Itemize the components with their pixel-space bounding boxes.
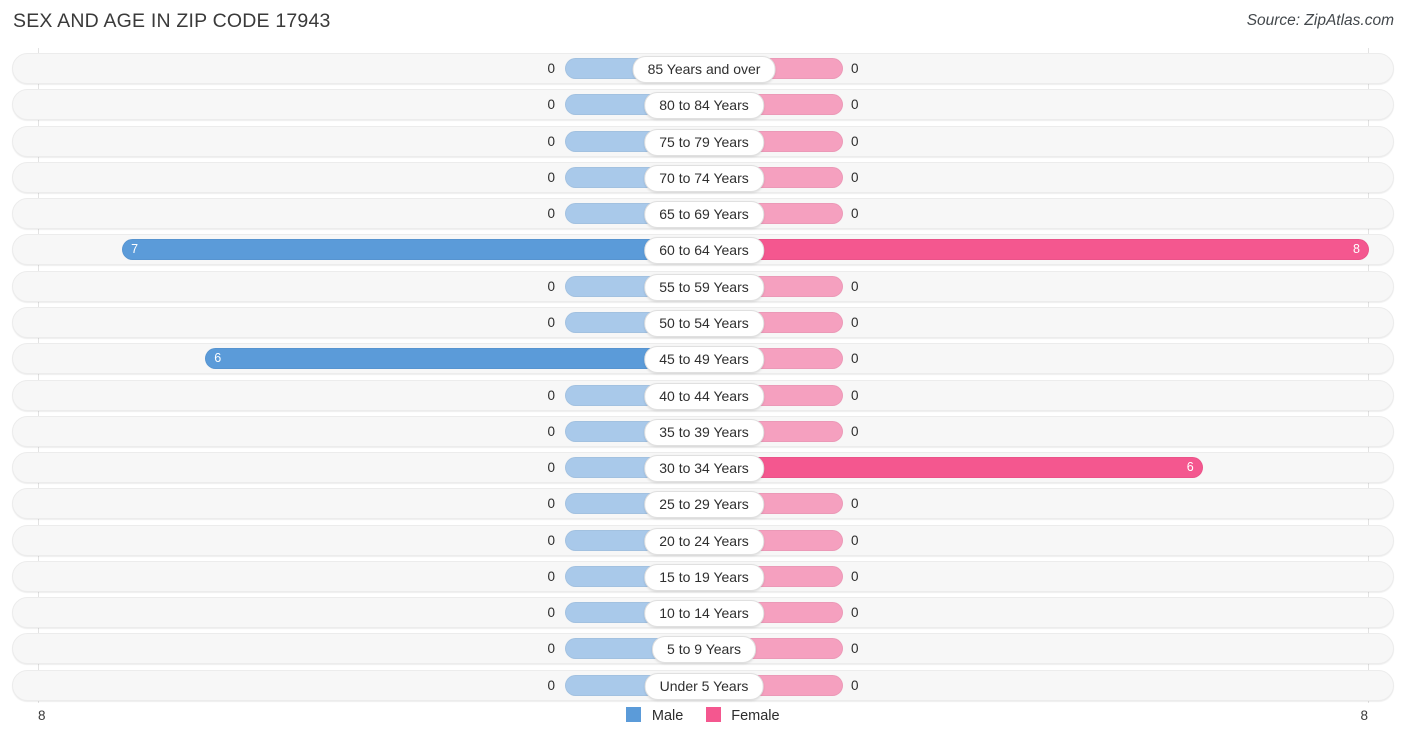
category-label-pill: 10 to 14 Years [644,600,764,628]
category-label-pill: 70 to 74 Years [644,164,764,192]
category-label-pill: 15 to 19 Years [644,563,764,591]
page-title: SEX AND AGE IN ZIP CODE 17943 [13,10,331,32]
chart-row[interactable]: 0 0 55 to 59 Years [12,270,1394,302]
legend-item-female[interactable]: Female [705,707,780,725]
outside-value-male: 0 [547,496,555,512]
chart-row[interactable]: 0 0 40 to 44 Years [12,379,1394,411]
outside-value-female: 0 [851,677,859,693]
category-label-pill: 65 to 69 Years [644,201,764,229]
chart-row[interactable]: 0 0 75 to 79 Years [12,125,1394,157]
chart-row[interactable]: 0 0 5 to 9 Years [12,633,1394,665]
source-attribution: Source: ZipAtlas.com [1246,12,1394,29]
chart-row[interactable]: 6 0 45 to 49 Years [12,343,1394,375]
outside-value-female: 0 [851,423,859,439]
bar-male[interactable]: 6 [205,348,704,370]
outside-value-female: 0 [851,206,859,222]
outside-value-male: 0 [547,677,555,693]
category-label-pill: 50 to 54 Years [644,309,764,337]
chart-row[interactable]: 0 0 50 to 54 Years [12,306,1394,338]
category-label-pill: 85 Years and over [632,56,776,83]
outside-value-male: 0 [547,423,555,439]
chart-row[interactable]: 0 0 Under 5 Years [12,669,1394,701]
legend-swatch-female-icon [705,707,721,722]
legend-item-male[interactable]: Male [626,707,683,725]
chart-footer: 8 8 Male Female [0,703,1406,741]
outside-value-male: 0 [547,532,555,548]
category-label-pill: Under 5 Years [644,672,764,700]
outside-value-male: 0 [547,206,555,222]
chart-row[interactable]: 0 0 20 to 24 Years [12,524,1394,556]
category-label-pill: 25 to 29 Years [644,491,764,519]
chart-row[interactable]: 0 0 25 to 29 Years [12,488,1394,520]
outside-value-male: 0 [547,97,555,113]
outside-value-male: 0 [547,641,555,657]
bar-value-female: 6 [1186,460,1194,475]
outside-value-female: 0 [851,278,859,294]
category-label-pill: 40 to 44 Years [644,382,764,410]
chart-header: SEX AND AGE IN ZIP CODE 17943 Source: Zi… [0,0,1406,48]
chart-row[interactable]: 0 0 70 to 74 Years [12,161,1394,193]
bar-female[interactable]: 8 [704,239,1369,261]
outside-value-male: 0 [547,605,555,621]
outside-value-male: 0 [547,278,555,294]
bar-male[interactable]: 7 [122,239,704,261]
chart-row[interactable]: 0 0 10 to 14 Years [12,597,1394,629]
outside-value-female: 0 [851,605,859,621]
chart-row[interactable]: 6 0 30 to 34 Years [12,452,1394,484]
outside-value-male: 0 [547,169,555,185]
category-label-pill: 5 to 9 Years [652,636,756,664]
chart-row[interactable]: 7 8 60 to 64 Years [12,234,1394,266]
outside-value-male: 0 [547,61,555,76]
outside-value-female: 0 [851,387,859,403]
chart-row[interactable]: 0 0 80 to 84 Years [12,89,1394,121]
outside-value-male: 0 [547,133,555,149]
chart-row[interactable]: 0 0 35 to 39 Years [12,415,1394,447]
chart-row[interactable]: 0 0 15 to 19 Years [12,560,1394,592]
outside-value-female: 0 [851,133,859,149]
chart-row[interactable]: 0 0 85 Years and over [12,53,1394,84]
outside-value-female: 0 [851,532,859,548]
legend-label-male: Male [651,707,684,724]
category-label-pill: 55 to 59 Years [644,273,764,301]
category-label-pill: 60 to 64 Years [644,237,764,265]
category-label-pill: 35 to 39 Years [644,418,764,446]
category-label-pill: 20 to 24 Years [644,527,764,555]
outside-value-female: 0 [851,97,859,113]
bar-value-male: 7 [131,242,139,257]
outside-value-female: 0 [851,351,859,367]
bar-value-female: 8 [1353,242,1360,257]
legend-label-female: Female [731,707,780,724]
category-label-pill: 75 to 79 Years [644,128,764,156]
outside-value-female: 0 [851,568,859,584]
category-label-pill: 80 to 84 Years [644,92,764,120]
outside-value-male: 0 [547,314,555,330]
outside-value-female: 0 [851,314,859,330]
outside-value-male: 0 [547,568,555,584]
outside-value-female: 0 [851,169,859,185]
outside-value-female: 0 [851,641,859,657]
bar-value-male: 6 [214,351,222,366]
chart-legend: Male Female [0,707,1406,725]
bar-female[interactable]: 6 [704,457,1203,479]
chart-row[interactable]: 0 0 65 to 69 Years [12,198,1394,230]
pyramid-chart-plot: 0 0 85 Years and over 0 0 80 to 84 Years 0 0 75 … [0,48,1406,703]
outside-value-female: 0 [851,61,859,76]
outside-value-male: 0 [547,387,555,403]
outside-value-male: 0 [547,460,555,476]
category-label-pill: 30 to 34 Years [644,455,764,483]
category-label-pill: 45 to 49 Years [644,346,764,374]
legend-swatch-male-icon [626,707,642,722]
outside-value-female: 0 [851,496,859,512]
